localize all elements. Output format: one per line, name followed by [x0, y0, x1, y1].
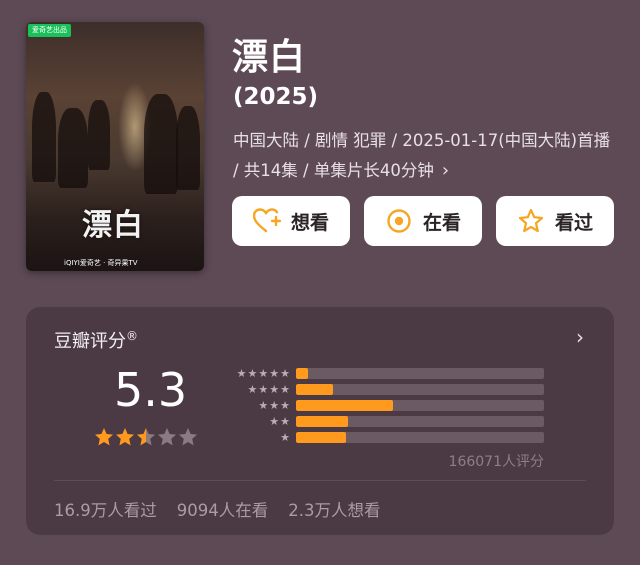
show-meta-link[interactable]: 中国大陆 / 剧情 犯罪 / 2025-01-17(中国大陆)首播 / 共14集…: [233, 126, 613, 186]
distribution-bar-track: [296, 367, 544, 379]
watched-button[interactable]: 看过: [496, 196, 614, 246]
poster-figure: [88, 100, 110, 170]
poster-platforms: iQIYI爱奇艺 · 奇异果TV: [64, 259, 138, 267]
want-to-watch-button[interactable]: 想看: [232, 196, 350, 246]
target-icon: [385, 207, 413, 235]
poster-badge: 爱奇艺出品: [28, 24, 71, 37]
watching-count[interactable]: 9094人在看: [177, 497, 269, 521]
stats-row: 16.9万人看过 9094人在看 2.3万人想看: [54, 497, 401, 521]
distribution-bar-track: [296, 415, 544, 427]
star-full-icon: [116, 428, 134, 446]
star-full-icon: [95, 428, 113, 446]
distribution-row: ★ ★ ★: [222, 399, 544, 411]
poster-image[interactable]: 爱奇艺出品 漂白 iQIYI爱奇艺 · 奇异果TV: [26, 22, 204, 271]
show-meta-text: 中国大陆 / 剧情 犯罪 / 2025-01-17(中国大陆)首播 / 共14集…: [233, 131, 611, 180]
distribution-bar-track: [296, 399, 544, 411]
distribution-bar-2: [296, 415, 349, 427]
distribution-row: ★ ★ ★ ★: [222, 383, 544, 395]
watching-label: 在看: [422, 211, 461, 234]
distribution-row: ★ ★ ★ ★ ★: [222, 367, 544, 379]
one-star-label: ★: [280, 430, 290, 444]
distribution-bar-track: [296, 431, 544, 443]
rating-title: 豆瓣评分®: [54, 327, 138, 353]
watched-count[interactable]: 16.9万人看过: [54, 497, 157, 521]
release-year: (2025): [233, 84, 319, 110]
star-half-icon: [137, 428, 155, 446]
score-stars: [94, 427, 199, 447]
chevron-right-icon: ›: [441, 160, 450, 181]
distribution-bar-track: [296, 383, 544, 395]
poster-figure: [144, 94, 178, 194]
divider: [54, 480, 586, 481]
rating-title-text: 豆瓣评分: [54, 331, 126, 352]
two-star-label: ★ ★: [269, 414, 290, 428]
rating-card[interactable]: 豆瓣评分® › 5.3 ★ ★ ★ ★ ★ ★ ★ ★ ★ ★ ★ ★ ★ ★ ★ 166071人评…: [26, 307, 614, 535]
distribution-bar-4: [296, 383, 334, 395]
want-to-watch-label: 想看: [290, 211, 329, 234]
star-empty-icon: [179, 428, 197, 446]
want-count[interactable]: 2.3万人想看: [288, 497, 380, 521]
poster-title: 漂白: [82, 208, 144, 243]
heart-plus-icon: [252, 207, 281, 235]
page-title: 漂白: [232, 37, 307, 78]
three-star-label: ★ ★ ★: [258, 398, 290, 412]
distribution-bar-3: [296, 399, 393, 411]
star-empty-icon: [158, 428, 176, 446]
distribution-row: ★ ★: [222, 415, 544, 427]
rating-score: 5.3: [114, 363, 188, 417]
five-star-label: ★ ★ ★ ★ ★: [236, 366, 290, 380]
poster-figure: [176, 106, 200, 190]
chevron-right-icon[interactable]: ›: [576, 325, 584, 349]
star-outline-icon: [517, 207, 545, 235]
poster-figure: [58, 108, 88, 188]
distribution-row: ★: [222, 431, 544, 443]
watching-button[interactable]: 在看: [364, 196, 482, 246]
rating-count: 166071人评分: [448, 454, 544, 470]
distribution-bar-1: [296, 431, 346, 443]
four-star-label: ★ ★ ★ ★: [247, 382, 291, 396]
watched-label: 看过: [554, 211, 593, 234]
registered-mark: ®: [126, 329, 138, 343]
distribution-bar-5: [296, 367, 309, 379]
poster-figure: [32, 92, 56, 182]
